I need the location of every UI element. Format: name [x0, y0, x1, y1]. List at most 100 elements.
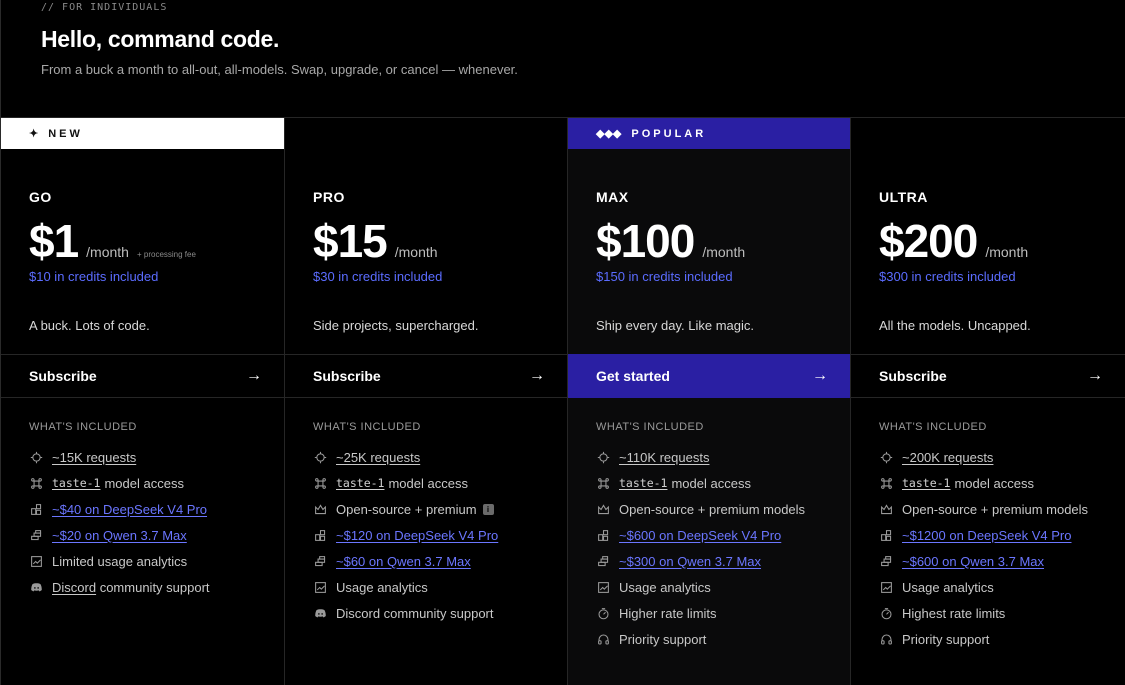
plan-tagline: A buck. Lots of code.	[29, 318, 150, 333]
feature-item: ~15K requests	[29, 444, 274, 470]
plan-card-go: ✦ NEW GO $1/month + processing fee $10 in cre…	[0, 118, 284, 685]
analytics-icon	[879, 580, 893, 594]
model-credit-link[interactable]: ~$600 on DeepSeek V4 Pro	[619, 528, 781, 543]
processing-fee-note: + processing fee	[136, 250, 196, 259]
price-row: $15/month	[313, 214, 438, 268]
price-period: /month	[86, 244, 129, 260]
feature-item: Higher rate limits	[596, 600, 840, 626]
model-name-link[interactable]: taste-1	[619, 476, 667, 490]
plan-name: MAX	[596, 189, 629, 205]
discord-link[interactable]: Discord	[52, 580, 96, 595]
credits-included: $150 in credits included	[596, 269, 733, 284]
model-icon	[313, 528, 327, 542]
requests-link[interactable]: ~110K requests	[619, 450, 709, 465]
price-period: /month	[985, 244, 1029, 260]
whats-included-heading: WHAT'S INCLUDED	[879, 421, 987, 433]
model-credit-link[interactable]: ~$20 on Qwen 3.7 Max	[52, 528, 187, 543]
feature-text: Priority support	[902, 631, 990, 647]
plan-card-ultra: ULTRA $200/month $300 in credits included A…	[850, 118, 1125, 685]
feature-item: taste-1 model access	[29, 470, 274, 496]
feature-text: Open-source + premium models	[619, 501, 806, 517]
plan-price: $200	[879, 215, 978, 267]
feature-text: Usage analytics	[902, 579, 994, 595]
crown-icon	[596, 502, 610, 516]
feature-text: model access	[954, 475, 1034, 491]
command-icon	[596, 476, 610, 490]
eyebrow-label: // FOR INDIVIDUALS	[41, 2, 168, 13]
speed-icon	[596, 606, 610, 620]
feature-item: Priority support	[879, 626, 1115, 652]
stack-icon	[313, 554, 327, 568]
model-credit-link[interactable]: ~$120 on DeepSeek V4 Pro	[336, 528, 498, 543]
subscribe-button[interactable]: Subscribe →	[851, 354, 1125, 398]
feature-text: model access	[104, 475, 184, 491]
analytics-icon	[313, 580, 327, 594]
subscribe-button[interactable]: Subscribe →	[285, 354, 567, 398]
requests-link[interactable]: ~15K requests	[52, 450, 136, 465]
discord-icon	[313, 606, 327, 620]
info-icon[interactable]: i	[482, 503, 494, 515]
arrow-right-icon: →	[246, 367, 262, 384]
whats-included-heading: WHAT'S INCLUDED	[29, 421, 137, 433]
model-credit-link[interactable]: ~$40 on DeepSeek V4 Pro	[52, 502, 207, 517]
feature-text: Priority support	[619, 631, 707, 647]
model-name-link[interactable]: taste-1	[336, 476, 384, 490]
diamonds-icon: ◆◆◆	[596, 128, 622, 140]
model-credit-link[interactable]: ~$1200 on DeepSeek V4 Pro	[902, 528, 1072, 543]
requests-icon	[596, 450, 610, 464]
stack-icon	[29, 528, 43, 542]
cta-label: Subscribe	[879, 368, 947, 384]
get-started-button[interactable]: Get started →	[568, 354, 850, 398]
credits-included: $30 in credits included	[313, 269, 443, 284]
feature-item: Usage analytics	[313, 574, 557, 600]
cta-label: Subscribe	[29, 368, 97, 384]
feature-item: ~200K requests	[879, 444, 1115, 470]
whats-included-heading: WHAT'S INCLUDED	[596, 421, 704, 433]
feature-item: ~110K requests	[596, 444, 840, 470]
plan-name: PRO	[313, 189, 345, 205]
requests-icon	[29, 450, 43, 464]
whats-included-heading: WHAT'S INCLUDED	[313, 421, 421, 433]
credits-included: $10 in credits included	[29, 269, 159, 284]
feature-text: Higher rate limits	[619, 605, 717, 621]
credits-included: $300 in credits included	[879, 269, 1016, 284]
feature-item: ~$600 on DeepSeek V4 Pro	[596, 522, 840, 548]
model-name-link[interactable]: taste-1	[52, 476, 100, 490]
page-subtitle: From a buck a month to all-out, all-mode…	[41, 62, 518, 77]
requests-link[interactable]: ~200K requests	[902, 450, 993, 465]
feature-text: Limited usage analytics	[52, 553, 188, 569]
feature-item: Priority support	[596, 626, 840, 652]
feature-item: ~25K requests	[313, 444, 557, 470]
arrow-right-icon: →	[529, 367, 545, 384]
command-icon	[29, 476, 43, 490]
model-credit-link[interactable]: ~$600 on Qwen 3.7 Max	[902, 554, 1044, 569]
analytics-icon	[29, 554, 43, 568]
model-credit-link[interactable]: ~$300 on Qwen 3.7 Max	[619, 554, 761, 569]
plan-price: $100	[596, 215, 695, 267]
model-icon	[596, 528, 610, 542]
speed-icon	[879, 606, 893, 620]
feature-list: ~15K requests taste-1 model access ~$40 on …	[29, 444, 274, 600]
model-credit-link[interactable]: ~$60 on Qwen 3.7 Max	[336, 554, 471, 569]
feature-text: model access	[388, 475, 468, 491]
model-icon	[29, 502, 43, 516]
feature-item: ~$60 on Qwen 3.7 Max	[313, 548, 557, 574]
price-row: $200/month	[879, 214, 1028, 268]
subscribe-button[interactable]: Subscribe →	[1, 354, 284, 398]
requests-link[interactable]: ~25K requests	[336, 450, 420, 465]
feature-item: ~$20 on Qwen 3.7 Max	[29, 522, 274, 548]
feature-item: Open-source + premium models	[596, 496, 840, 522]
command-icon	[313, 476, 327, 490]
feature-item: taste-1 model access	[879, 470, 1115, 496]
feature-item: Open-source + premium models	[879, 496, 1115, 522]
plan-card-max: ◆◆◆ POPULAR MAX $100/month $150 in credits i…	[567, 118, 850, 685]
headset-icon	[596, 632, 610, 646]
stack-icon	[596, 554, 610, 568]
command-icon	[879, 476, 893, 490]
cta-label: Subscribe	[313, 368, 381, 384]
plan-name: ULTRA	[879, 189, 928, 205]
model-name-link[interactable]: taste-1	[902, 476, 950, 490]
feature-text: model access	[671, 475, 751, 491]
feature-list: ~25K requests taste-1 model access Open-sou…	[313, 444, 557, 626]
plan-banner: ✦ NEW	[1, 118, 284, 149]
